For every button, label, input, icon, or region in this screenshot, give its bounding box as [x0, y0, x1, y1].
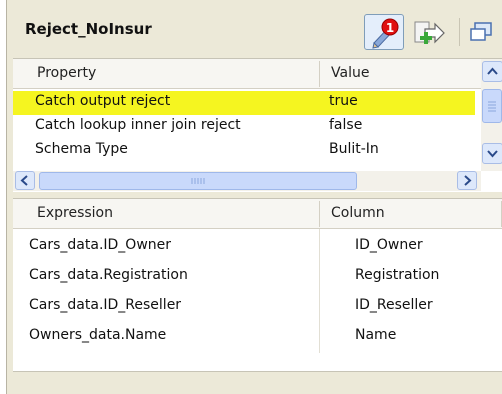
- property-table-header: Property Value: [13, 59, 481, 89]
- vertical-scroll-thumb[interactable]: [482, 89, 502, 123]
- header-property[interactable]: Property: [37, 65, 96, 81]
- header-value[interactable]: Value: [331, 65, 369, 81]
- expression-row[interactable]: Owners_data.Name Name: [13, 321, 502, 351]
- property-name: Schema Type: [35, 141, 128, 157]
- toolbar-separator: [459, 18, 460, 46]
- panel-title: Reject_NoInsur: [25, 20, 152, 38]
- expression-cell[interactable]: Cars_data.Registration: [29, 267, 188, 283]
- column-cell[interactable]: Name: [355, 327, 396, 343]
- property-name: Catch output reject: [35, 93, 171, 109]
- pen-icon: 1: [372, 18, 399, 49]
- column-cell[interactable]: ID_Reseller: [355, 297, 433, 313]
- scroll-up-button[interactable]: [482, 61, 502, 82]
- horizontal-scroll-thumb[interactable]: [39, 172, 357, 190]
- scroll-down-icon: [487, 150, 498, 158]
- export-button[interactable]: [409, 14, 449, 50]
- property-value[interactable]: true: [329, 93, 358, 109]
- expression-row[interactable]: Cars_data.ID_Reseller ID_Reseller: [13, 291, 502, 321]
- column-divider[interactable]: [319, 201, 320, 227]
- validation-errors-button[interactable]: 1: [364, 14, 404, 50]
- scroll-up-icon: [487, 67, 498, 75]
- column-cell[interactable]: Registration: [355, 267, 439, 283]
- scroll-right-icon: [464, 175, 472, 186]
- expression-cell[interactable]: Cars_data.ID_Reseller: [29, 297, 181, 313]
- property-value[interactable]: false: [329, 117, 362, 133]
- property-name: Catch lookup inner join reject: [35, 117, 241, 133]
- expression-cell[interactable]: Owners_data.Name: [29, 327, 166, 343]
- header-column[interactable]: Column: [331, 205, 385, 221]
- expression-table-header: Expression Column: [13, 199, 502, 229]
- property-value[interactable]: Bulit-In: [329, 141, 379, 157]
- expression-row[interactable]: Cars_data.ID_Owner ID_Owner: [13, 231, 502, 261]
- column-divider[interactable]: [319, 61, 320, 87]
- header-expression[interactable]: Expression: [37, 205, 113, 221]
- export-arrow-icon: [414, 21, 445, 44]
- title-bar: Reject_NoInsur 1: [7, 10, 502, 58]
- component-panel: Reject_NoInsur 1 Property Value Catch ou…: [6, 0, 502, 394]
- scroll-left-button[interactable]: [15, 171, 35, 190]
- property-table: Property Value Catch output reject true …: [13, 58, 502, 192]
- property-row[interactable]: Catch output reject true: [13, 91, 475, 115]
- scroll-left-icon: [20, 175, 28, 186]
- property-row[interactable]: Catch lookup inner join reject false: [13, 115, 475, 139]
- restore-button[interactable]: [465, 14, 499, 50]
- horizontal-scrollbar[interactable]: [13, 171, 481, 191]
- expression-row[interactable]: Cars_data.Registration Registration: [13, 261, 502, 291]
- property-row[interactable]: Schema Type Bulit-In: [13, 139, 475, 171]
- expression-cell[interactable]: Cars_data.ID_Owner: [29, 237, 171, 253]
- error-count: 1: [386, 21, 394, 35]
- column-cell[interactable]: ID_Owner: [355, 237, 423, 253]
- expression-table: Expression Column Cars_data.ID_Owner ID_…: [13, 198, 502, 372]
- restore-window-icon: [470, 22, 492, 41]
- vertical-scrollbar[interactable]: [481, 59, 502, 171]
- scroll-down-button[interactable]: [482, 143, 502, 164]
- scroll-right-button[interactable]: [457, 171, 477, 190]
